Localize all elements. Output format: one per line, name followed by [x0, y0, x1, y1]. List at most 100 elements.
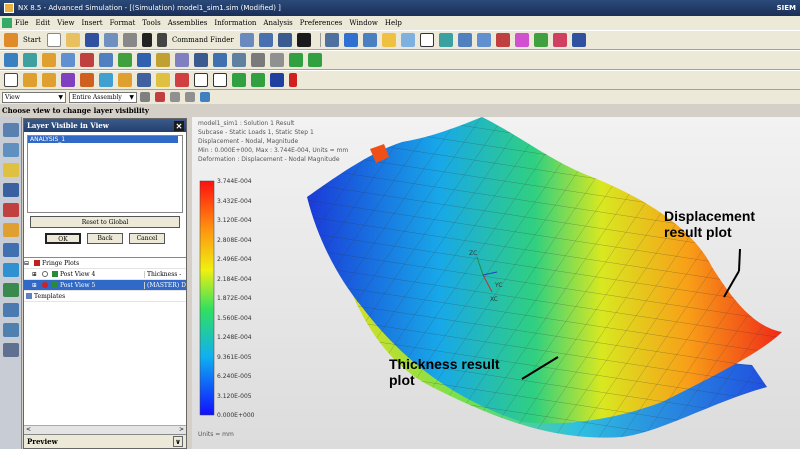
marker-icon[interactable] [118, 73, 132, 87]
snap-end-icon[interactable] [170, 92, 180, 102]
info-icon[interactable] [296, 33, 311, 47]
step-back-icon[interactable] [289, 53, 303, 67]
color-bar-icon[interactable] [156, 73, 170, 87]
solver-icon[interactable] [23, 53, 37, 67]
menu-tools[interactable]: Tools [142, 19, 160, 27]
menu-view[interactable]: View [57, 19, 74, 27]
snap-center-icon[interactable] [200, 92, 210, 102]
manufacturing-wizard-icon[interactable] [2, 283, 19, 297]
cube-icon[interactable] [362, 33, 377, 47]
view-icon[interactable] [239, 33, 254, 47]
tree-row-templates[interactable]: Templates [24, 291, 186, 302]
next-icon[interactable] [251, 73, 265, 87]
color-box-icon[interactable] [419, 33, 434, 47]
result-icon[interactable] [137, 53, 151, 67]
constraint-icon[interactable] [61, 53, 75, 67]
menu-preferences[interactable]: Preferences [300, 19, 343, 27]
animate-icon[interactable] [270, 53, 284, 67]
collapse-icon[interactable]: ⊟ [24, 260, 32, 267]
filter-icon[interactable] [140, 92, 150, 102]
preview-panel-header[interactable]: Preview ∨ [24, 434, 186, 448]
menu-insert[interactable]: Insert [81, 19, 102, 27]
open-folder-icon[interactable] [65, 33, 80, 47]
back-button[interactable]: Back [87, 233, 123, 244]
grid-icon[interactable] [324, 33, 339, 47]
rectangle-icon[interactable] [4, 73, 18, 87]
close-icon[interactable]: ✕ [174, 120, 184, 131]
reset-to-global-button[interactable]: Reset to Global [30, 216, 180, 228]
print-icon[interactable] [122, 33, 137, 47]
visibility-on-icon[interactable] [42, 282, 48, 288]
pencil-icon[interactable] [381, 33, 396, 47]
horizontal-scrollbar[interactable]: < > [24, 425, 186, 434]
contour-icon[interactable] [99, 73, 113, 87]
post-view-icon[interactable] [80, 73, 94, 87]
menu-information[interactable]: Information [214, 19, 256, 27]
tree-row-post-view-5[interactable]: ⊞ Post View 5 (MASTER) Di [24, 280, 186, 291]
snap-icon[interactable] [514, 33, 529, 47]
menu-app-icon[interactable] [2, 18, 12, 28]
expand-icon[interactable]: ⊞ [32, 271, 40, 278]
layer-list[interactable]: ANALYSIS_1 [27, 135, 183, 213]
menu-edit[interactable]: Edit [35, 19, 50, 27]
fit-icon[interactable] [277, 33, 292, 47]
scope-select[interactable]: Entire Assembly ▼ [69, 91, 137, 103]
command-finder-button[interactable]: Command Finder [172, 36, 234, 44]
history-icon[interactable] [2, 243, 19, 257]
load-icon[interactable] [42, 53, 56, 67]
material-icon[interactable] [99, 53, 113, 67]
system-scenes-icon[interactable] [2, 323, 19, 337]
process-studio-icon[interactable] [2, 263, 19, 277]
record-icon[interactable] [289, 73, 297, 87]
measure-icon[interactable] [438, 33, 453, 47]
menu-file[interactable]: File [15, 19, 28, 27]
menu-analysis[interactable]: Analysis [263, 19, 292, 27]
route-icon[interactable] [533, 33, 548, 47]
annotation-icon[interactable] [194, 73, 208, 87]
hd3d-icon[interactable] [2, 203, 19, 217]
reuse-library-icon[interactable] [2, 183, 19, 197]
wcs-icon[interactable] [495, 33, 510, 47]
assembly-navigator-icon[interactable] [2, 123, 19, 137]
simulation-navigator-icon[interactable] [2, 143, 19, 157]
type-filter-select[interactable]: View ▼ [2, 91, 66, 103]
undo-icon[interactable] [156, 33, 167, 47]
cut-icon[interactable] [141, 33, 152, 47]
palette-icon[interactable] [2, 343, 19, 357]
menu-help[interactable]: Help [385, 19, 402, 27]
mesh-icon[interactable] [4, 53, 18, 67]
tree-row-fringe-plots[interactable]: ⊟ Fringe Plots [24, 258, 186, 269]
dimension-icon[interactable] [552, 33, 567, 47]
probe-icon[interactable] [175, 53, 189, 67]
new-file-icon[interactable] [46, 33, 61, 47]
scroll-left-arrow[interactable]: < [26, 426, 31, 434]
web-browser-icon[interactable] [2, 223, 19, 237]
visibility-off-icon[interactable] [42, 271, 48, 277]
deform-icon[interactable] [175, 73, 189, 87]
graph-icon[interactable] [213, 53, 227, 67]
tree-row-post-view-4[interactable]: ⊞ Post View 4 Thickness - [24, 269, 186, 280]
menu-assemblies[interactable]: Assemblies [168, 19, 208, 27]
analysis-icon[interactable] [457, 33, 472, 47]
chevron-down-icon[interactable]: ∨ [173, 436, 183, 447]
cube-view-icon[interactable] [476, 33, 491, 47]
snap-mid-icon[interactable] [185, 92, 195, 102]
play-icon[interactable] [270, 73, 284, 87]
force-icon[interactable] [80, 53, 94, 67]
roles-icon[interactable] [2, 303, 19, 317]
cancel-button[interactable]: Cancel [129, 233, 165, 244]
start-icon[interactable] [4, 33, 18, 47]
save-as-icon[interactable] [103, 33, 118, 47]
sphere-icon[interactable] [343, 33, 358, 47]
graphics-window[interactable]: ZC YC XC model1_sim1 : Solution 1 Result… [192, 117, 800, 449]
point-icon[interactable] [42, 73, 56, 87]
template-icon[interactable] [232, 53, 246, 67]
previous-icon[interactable] [232, 73, 246, 87]
edit-icon[interactable] [61, 73, 75, 87]
layer-item[interactable]: ANALYSIS_1 [28, 136, 178, 143]
select-icon[interactable] [400, 33, 415, 47]
label-icon[interactable] [213, 73, 227, 87]
solve-icon[interactable] [118, 53, 132, 67]
scroll-right-arrow[interactable]: > [179, 426, 184, 434]
post-navigator-icon[interactable] [2, 163, 19, 177]
